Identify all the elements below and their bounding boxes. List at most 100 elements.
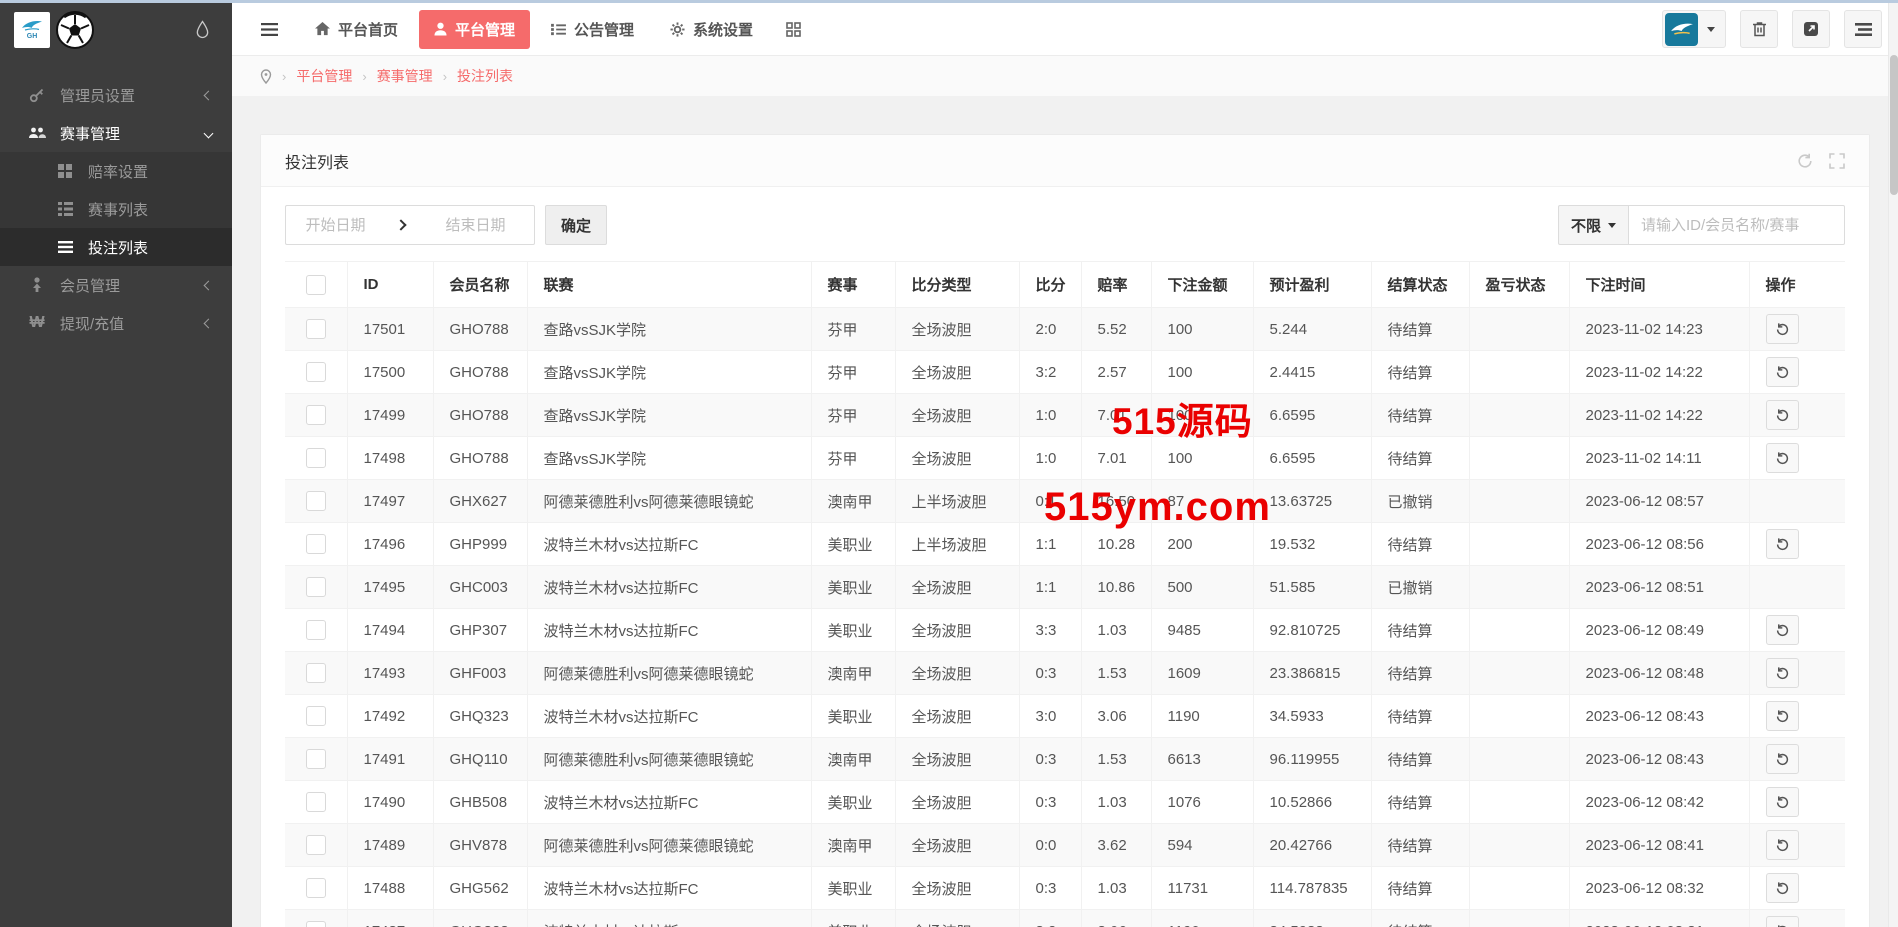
cell-amount: 100 <box>1151 351 1253 394</box>
grid-squares-icon <box>56 164 74 178</box>
cell-id: 17487 <box>347 910 433 927</box>
cell-id: 17497 <box>347 480 433 523</box>
cell-odds: 3.06 <box>1081 695 1151 738</box>
cell-pnl-status <box>1469 910 1569 927</box>
undo-action-button[interactable] <box>1766 830 1799 860</box>
cell-odds: 1.03 <box>1081 609 1151 652</box>
undo-action-button[interactable] <box>1766 357 1799 387</box>
cell-settle-status: 待结算 <box>1371 523 1469 566</box>
column-header: 赛事 <box>811 262 895 308</box>
sidebar-item-admin-settings[interactable]: 管理员设置 <box>0 76 232 114</box>
table-row: 17492GHQ323波特兰木材vs达拉斯FC美职业全场波胆3:03.06119… <box>285 695 1845 738</box>
sidebar-item-bet-list[interactable]: 投注列表 <box>0 228 232 266</box>
sidebar-item-match-list[interactable]: 赛事列表 <box>0 190 232 228</box>
cell-score: 3:0 <box>1019 695 1081 738</box>
row-checkbox[interactable] <box>306 319 326 339</box>
cell-event: 美职业 <box>811 566 895 609</box>
row-checkbox[interactable] <box>306 534 326 554</box>
row-checkbox[interactable] <box>306 620 326 640</box>
cell-member: GHO788 <box>433 308 527 351</box>
undo-icon <box>1775 752 1790 767</box>
cell-settle-status: 已撤销 <box>1371 566 1469 609</box>
undo-action-button[interactable] <box>1766 400 1799 430</box>
row-checkbox[interactable] <box>306 663 326 683</box>
sidebar-item-withdraw-recharge[interactable]: ₩ 提现/充值 <box>0 304 232 342</box>
cell-amount: 200 <box>1151 523 1253 566</box>
undo-action-button[interactable] <box>1766 787 1799 817</box>
row-checkbox[interactable] <box>306 405 326 425</box>
undo-action-button[interactable] <box>1766 916 1799 927</box>
page-scrollbar[interactable] <box>1888 3 1898 927</box>
select-all-checkbox[interactable] <box>306 275 326 295</box>
top-navbar: 平台首页 平台管理 公告管理 系统设置 <box>232 3 1898 56</box>
sidebar-item-match-management[interactable]: 赛事管理 <box>0 114 232 152</box>
nav-platform-management[interactable]: 平台管理 <box>419 10 530 49</box>
nav-platform-home[interactable]: 平台首页 <box>300 10 413 49</box>
nav-system-settings[interactable]: 系统设置 <box>655 10 768 49</box>
cell-action <box>1749 867 1845 910</box>
key-icon <box>28 87 46 103</box>
nav-announcement-management[interactable]: 公告管理 <box>536 10 649 49</box>
undo-action-button[interactable] <box>1766 615 1799 645</box>
breadcrumb-link-match[interactable]: 赛事管理 <box>377 66 433 86</box>
confirm-button[interactable]: 确定 <box>545 205 607 245</box>
undo-icon <box>1775 924 1790 927</box>
refresh-icon[interactable] <box>1797 153 1813 169</box>
column-header: 联赛 <box>527 262 811 308</box>
end-date-input[interactable] <box>417 205 535 245</box>
undo-icon <box>1775 408 1790 423</box>
breadcrumb-link-bets[interactable]: 投注列表 <box>457 66 513 86</box>
cell-pnl-status <box>1469 480 1569 523</box>
control-sidebar-button[interactable] <box>1844 10 1882 48</box>
row-checkbox[interactable] <box>306 491 326 511</box>
row-checkbox[interactable] <box>306 706 326 726</box>
cell-action <box>1749 824 1845 867</box>
sidebar-item-member-management[interactable]: 会员管理 <box>0 266 232 304</box>
row-checkbox[interactable] <box>306 792 326 812</box>
cell-match: 查路vsSJK学院 <box>527 351 811 394</box>
undo-action-button[interactable] <box>1766 529 1799 559</box>
row-checkbox[interactable] <box>306 448 326 468</box>
row-checkbox[interactable] <box>306 749 326 769</box>
cell-odds: 1.03 <box>1081 781 1151 824</box>
undo-icon <box>1775 881 1790 896</box>
undo-icon <box>1775 322 1790 337</box>
hamburger-menu-icon[interactable] <box>252 12 286 46</box>
cell-event: 澳南甲 <box>811 738 895 781</box>
external-link-button[interactable] <box>1792 10 1830 48</box>
cell-event: 美职业 <box>811 867 895 910</box>
start-date-input[interactable] <box>285 205 385 245</box>
undo-action-button[interactable] <box>1766 443 1799 473</box>
row-checkbox[interactable] <box>306 577 326 597</box>
cell-time: 2023-11-02 14:11 <box>1569 437 1749 480</box>
undo-action-button[interactable] <box>1766 873 1799 903</box>
cell-action <box>1749 695 1845 738</box>
row-checkbox[interactable] <box>306 362 326 382</box>
undo-action-button[interactable] <box>1766 314 1799 344</box>
breadcrumb-separator: › <box>282 69 286 84</box>
grid-apps-icon[interactable] <box>774 13 813 46</box>
cell-amount: 9485 <box>1151 609 1253 652</box>
row-checkbox[interactable] <box>306 835 326 855</box>
trash-button[interactable] <box>1740 10 1778 48</box>
row-checkbox[interactable] <box>306 921 326 927</box>
cell-odds: 10.28 <box>1081 523 1151 566</box>
sidebar-item-odds-settings[interactable]: 赔率设置 <box>0 152 232 190</box>
filter-dropdown-button[interactable]: 不限 <box>1558 205 1629 245</box>
card-header: 投注列表 <box>261 135 1869 187</box>
scrollbar-thumb[interactable] <box>1890 55 1898 195</box>
account-dropdown-button[interactable] <box>1662 10 1726 48</box>
breadcrumb-link-platform[interactable]: 平台管理 <box>296 66 352 86</box>
row-checkbox[interactable] <box>306 878 326 898</box>
fullscreen-icon[interactable] <box>1829 153 1845 169</box>
brand-logo[interactable]: GH <box>14 12 50 48</box>
search-input[interactable] <box>1629 205 1845 245</box>
cell-pnl-status <box>1469 394 1569 437</box>
water-drop-icon[interactable] <box>195 20 210 39</box>
cell-id: 17501 <box>347 308 433 351</box>
cell-pnl-status <box>1469 609 1569 652</box>
undo-action-button[interactable] <box>1766 701 1799 731</box>
undo-action-button[interactable] <box>1766 658 1799 688</box>
undo-action-button[interactable] <box>1766 744 1799 774</box>
cell-event: 美职业 <box>811 609 895 652</box>
